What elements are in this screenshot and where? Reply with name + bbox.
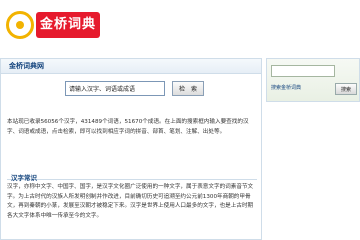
logo-emblem-icon: [6, 11, 34, 39]
side-search-input[interactable]: [271, 65, 335, 77]
logo-text: 金桥词典: [36, 12, 101, 38]
search-button[interactable]: 检 索: [172, 81, 204, 96]
site-description: 本站现已收录56056个汉字，431489个词语，51670个成语。在上面的搜索…: [7, 119, 249, 135]
site-logo[interactable]: 金桥词典: [6, 8, 101, 42]
search-input[interactable]: [65, 81, 165, 96]
section-header: 汉字常识: [7, 165, 257, 182]
side-search-button[interactable]: 搜索: [335, 83, 357, 95]
side-search-label[interactable]: 搜索金桥词典: [271, 84, 301, 91]
search-bar: 检 索: [65, 81, 204, 97]
main-panel: 金桥词典网 检 索 本站现已收录56056个汉字，431489个词语，51670…: [0, 58, 262, 240]
panel-title: 金桥词典网: [1, 59, 261, 74]
site-header: 金桥词典: [0, 0, 360, 52]
side-search-panel: 搜索金桥词典 搜索: [266, 58, 360, 102]
section-body: 汉字，亦称中文字、中国字、国字，是汉字文化圈广泛使用的一种文字，属于表意文字的词…: [7, 184, 254, 219]
